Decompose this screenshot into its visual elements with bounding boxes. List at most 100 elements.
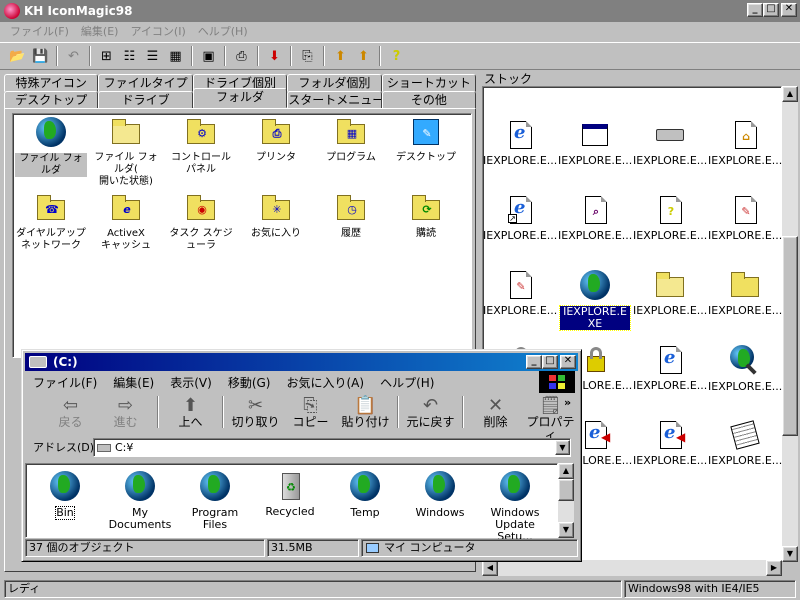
stock-icon-item[interactable]: e IEXPLORE.E... [483, 119, 557, 167]
tab-special-icons[interactable]: 特殊アイコン [4, 74, 99, 92]
explorer-up-button[interactable]: ⬆ 上へ [163, 396, 218, 429]
tab-folder-individual[interactable]: フォルダ個別 [287, 74, 382, 92]
explorer-scroll-down-icon[interactable]: ▼ [558, 522, 574, 538]
explorer-menu-view[interactable]: 表示(V) [162, 374, 220, 391]
extract-icon[interactable]: ▣ [197, 45, 220, 67]
stock-icon-item[interactable]: IEXPLORE.EXE [558, 269, 632, 331]
app-title-bar[interactable]: KH IconMagic98 _ □ ✕ [0, 0, 800, 22]
stock-icon-item[interactable]: e◀ IEXPLORE.E... [633, 419, 707, 467]
grid-icon[interactable]: ▦ [164, 45, 187, 67]
explorer-close-button[interactable]: ✕ [560, 355, 576, 369]
explorer-paste-button[interactable]: 📋 貼り付け [338, 396, 393, 429]
explorer-file-item[interactable]: ♻ Recycled [253, 470, 327, 518]
stock-vertical-scrollbar[interactable]: ▲ ▼ [782, 86, 798, 562]
import-icon[interactable]: ⬇ [263, 45, 286, 67]
scroll-thumb[interactable] [782, 236, 798, 436]
explorer-file-item[interactable]: Bin [28, 470, 102, 520]
explorer-maximize-button[interactable]: □ [542, 355, 558, 369]
folder-icon-item[interactable]: ◉ タスク スケジューラ [165, 192, 237, 252]
minimize-button[interactable]: _ [747, 3, 763, 17]
explorer-file-item[interactable]: My Documents [103, 470, 177, 531]
stock-icon-item[interactable]: ? IEXPLORE.E... [633, 194, 707, 242]
explorer-file-item[interactable]: Program Files [178, 470, 252, 531]
explorer-copy-button[interactable]: ⎘ コピー [283, 396, 338, 429]
scroll-right-icon[interactable]: ▶ [766, 560, 782, 576]
menu-file[interactable]: ファイル(F) [4, 23, 75, 39]
explorer-file-item[interactable]: Temp [328, 470, 402, 519]
tab-file-types[interactable]: ファイルタイプ [98, 74, 193, 92]
toolbar-more-icon[interactable]: » [564, 396, 571, 409]
menu-edit[interactable]: 編集(E) [75, 23, 125, 39]
folder-icon-item[interactable]: ⚙ コントロール パネル [165, 116, 237, 176]
folder-icon-item[interactable]: ◷ 履歴 [315, 192, 387, 240]
stock-icon-item[interactable]: ⌕ IEXPLORE.E... [558, 194, 632, 242]
folder-icon-item[interactable]: ✳ お気に入り [240, 192, 312, 240]
scroll-down-icon[interactable]: ▼ [782, 546, 798, 562]
stock-icon-item[interactable]: IEXPLORE.E... [633, 269, 707, 317]
tab-shortcut[interactable]: ショートカット [381, 74, 477, 92]
stock-icon-item[interactable]: ⌂ IEXPLORE.E... [708, 119, 782, 167]
folder-icon-item[interactable]: ☎ ダイヤルアップ ネットワーク [15, 192, 87, 252]
explorer-menu-go[interactable]: 移動(G) [220, 374, 279, 391]
explorer-scroll-up-icon[interactable]: ▲ [558, 463, 574, 479]
explorer-delete-button[interactable]: ✕ 削除 [468, 396, 523, 429]
menu-help[interactable]: ヘルプ(H) [192, 23, 254, 39]
tree-icon[interactable]: ⊞ [95, 45, 118, 67]
folder-icon-item[interactable]: ✎ デスクトップ [390, 116, 462, 164]
explorer-back-button[interactable]: ⇦ 戻る [43, 396, 98, 429]
tab-start-menu[interactable]: スタートメニュー [287, 91, 382, 109]
export2-icon[interactable]: ⬆ [352, 45, 375, 67]
scroll-up-icon[interactable]: ▲ [782, 86, 798, 102]
undo-icon[interactable]: ↶ [62, 45, 85, 67]
explorer-title-bar[interactable]: (C:) _ □ ✕ [25, 353, 578, 371]
list-icon[interactable]: ☷ [118, 45, 141, 67]
explorer-window[interactable]: (C:) _ □ ✕ ファイル(F) 編集(E) 表示(V) 移動(G) お気に… [21, 349, 582, 562]
stock-icon-item[interactable]: IEXPLORE.E... [708, 269, 782, 317]
print-icon[interactable]: ⎙ [230, 45, 253, 67]
menu-icon[interactable]: アイコン(I) [124, 23, 191, 39]
explorer-menu-file[interactable]: ファイル(F) [25, 374, 105, 391]
stock-icon-item[interactable]: IEXPLORE.E... [708, 419, 782, 467]
explorer-menu-help[interactable]: ヘルプ(H) [372, 374, 442, 391]
stock-icon-item[interactable]: IEXPLORE.E... [633, 119, 707, 167]
stock-icon-item[interactable]: ✎ IEXPLORE.E... [483, 269, 557, 317]
explorer-file-item[interactable]: Windows [403, 470, 477, 519]
close-button[interactable]: ✕ [781, 3, 797, 17]
address-input[interactable]: C:¥ [93, 438, 571, 457]
explorer-undo-button[interactable]: ↶ 元に戻す [403, 396, 458, 429]
stock-icon-item[interactable]: ✎ IEXPLORE.E... [708, 194, 782, 242]
details-icon[interactable]: ☰ [141, 45, 164, 67]
explorer-menu-edit[interactable]: 編集(E) [105, 374, 162, 391]
tab-other[interactable]: その他 [381, 91, 477, 109]
explorer-scroll-thumb[interactable] [558, 479, 574, 501]
folder-icon-item[interactable]: e ActiveX キャッシュ [90, 192, 162, 252]
open-icon[interactable]: 📂 [6, 45, 29, 67]
stock-horizontal-scrollbar[interactable]: ◀ ▶ [482, 560, 782, 576]
explorer-vertical-scrollbar[interactable]: ▲ ▼ [558, 463, 574, 538]
tab-drive[interactable]: ドライブ [98, 91, 193, 109]
copy-icon[interactable]: ⎘ [296, 45, 319, 67]
tab-folder[interactable]: フォルダ [192, 88, 288, 108]
explorer-menu-favorites[interactable]: お気に入り(A) [278, 374, 372, 391]
export-icon[interactable]: ⬆ [329, 45, 352, 67]
stock-icon-item[interactable]: e ↗ IEXPLORE.E... [483, 194, 557, 242]
help-icon[interactable]: ? [385, 45, 408, 67]
save-icon[interactable]: 💾 [29, 45, 52, 67]
explorer-forward-button[interactable]: ⇨ 進む [98, 396, 153, 429]
explorer-cut-button[interactable]: ✂ 切り取り [228, 396, 283, 429]
folder-icon-item[interactable]: ⎙ プリンタ [240, 116, 312, 164]
stock-icon-item[interactable]: e IEXPLORE.E... [633, 344, 707, 392]
folder-icon-item[interactable]: ファイル フォルダ( 開いた状態) [90, 116, 162, 188]
tab-desktop[interactable]: デスクトップ [4, 91, 99, 109]
stock-icon-item[interactable]: IEXPLORE.E... [708, 344, 782, 393]
folder-icon-item[interactable]: ファイル フォルダ [15, 116, 87, 177]
address-dropdown-icon[interactable]: ▼ [555, 440, 570, 455]
scroll-left-icon[interactable]: ◀ [482, 560, 498, 576]
stock-icon-item[interactable]: IEXPLORE.E... [558, 119, 632, 167]
folder-icon-item[interactable]: ⟳ 購読 [390, 192, 462, 240]
explorer-minimize-button[interactable]: _ [526, 355, 542, 369]
maximize-button[interactable]: □ [763, 3, 779, 17]
explorer-file-item[interactable]: Windows Update Setu... [478, 470, 552, 543]
folder-icon-item[interactable]: ▦ プログラム [315, 116, 387, 164]
app-icon[interactable] [4, 3, 20, 19]
